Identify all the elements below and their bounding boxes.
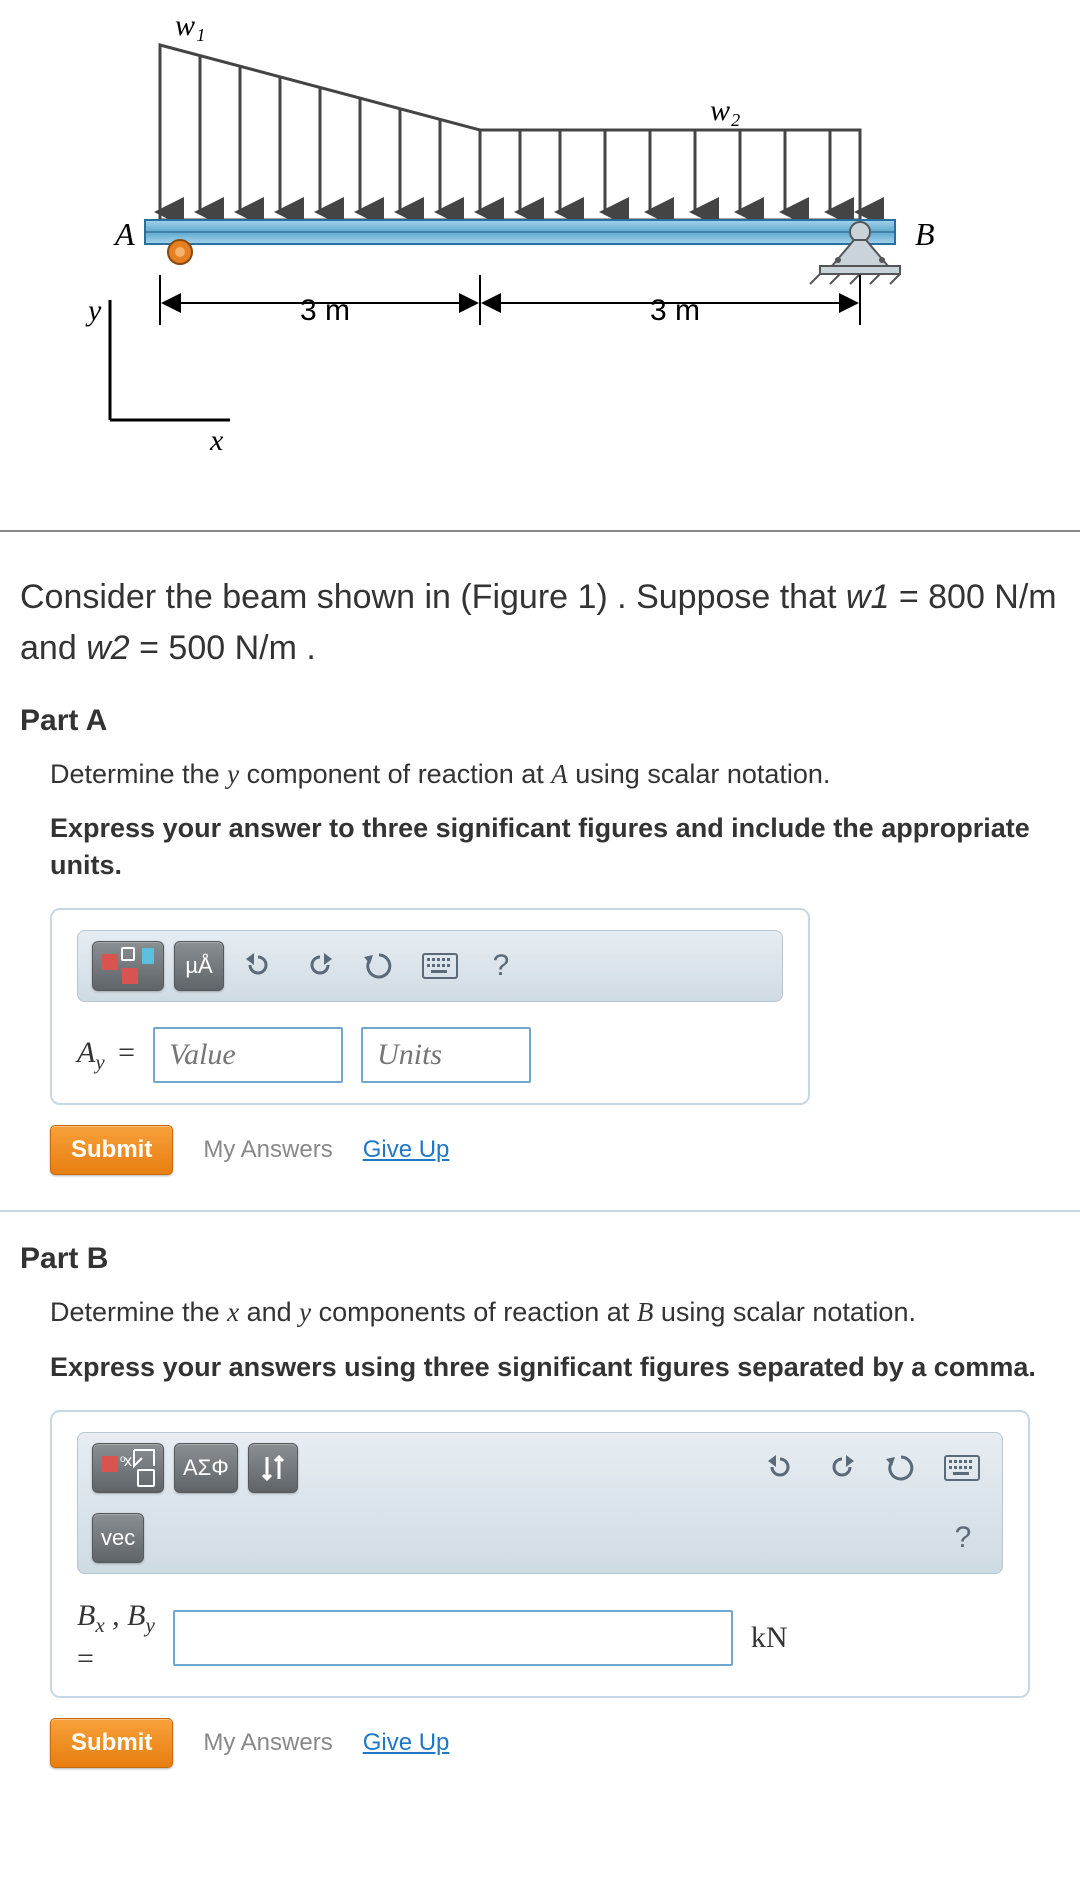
keyboard-icon[interactable] [936,1443,988,1493]
dim-1: 3 m [300,294,350,327]
part-divider [0,1210,1080,1212]
help-icon[interactable]: ? [476,941,526,991]
part-b-hint: Express your answers using three signifi… [50,1349,1060,1385]
part-b-giveup-link[interactable]: Give Up [363,1729,450,1757]
units-icon[interactable]: µÅ [174,941,224,991]
part-a-title: Part A [20,704,1060,738]
problem-statement: Consider the beam shown in (Figure 1) . … [0,562,1080,704]
part-a-answer-row: Ay = [77,1027,783,1083]
label-w2: w₂ [710,94,740,127]
redo-icon[interactable] [294,941,344,991]
part-b-myanswers[interactable]: My Answers [203,1729,332,1757]
part-b-submit-row: Submit My Answers Give Up [50,1718,1060,1768]
part-a-block: Part A Determine the y component of reac… [20,704,1060,1175]
part-a-submit-button[interactable]: Submit [50,1125,173,1175]
axis-x: x [209,424,224,457]
part-a-prompt: Determine the y component of reaction at… [50,756,1060,792]
part-b-submit-button[interactable]: Submit [50,1718,173,1768]
part-b-toolbar: x o ΑΣΦ [77,1432,1003,1574]
reset-icon[interactable] [354,941,404,991]
stmt-text-3: = 500 N/m . [130,629,316,667]
svg-text:o: o [120,1454,126,1465]
label-A: A [113,216,135,252]
stmt-text-1: Consider the beam shown in (Figure 1) . … [20,578,846,616]
figure-area: w₁ w₂ A B 3 m 3 m y x [0,0,1080,500]
reset-icon[interactable] [876,1443,926,1493]
template-icon[interactable] [92,941,164,991]
part-a-lhs: Ay = [77,1036,135,1075]
divider [0,530,1080,532]
part-b-unit: kN [751,1621,788,1655]
part-b-answer-row: Bx , By = kN [77,1599,1003,1676]
dim-2: 3 m [650,294,700,327]
part-a-answer-block: µÅ ? Ay = [50,908,810,1105]
greek-icon[interactable]: ΑΣΦ [174,1443,238,1493]
label-w1: w₁ [175,20,205,42]
part-b-block: Part B Determine the x and y components … [20,1242,1060,1768]
part-b-eq: = [77,1642,94,1676]
undo-icon[interactable] [756,1443,806,1493]
undo-icon[interactable] [234,941,284,991]
label-B: B [915,216,935,252]
part-b-lhs: Bx , By [77,1599,155,1638]
redo-icon[interactable] [816,1443,866,1493]
help-icon[interactable]: ? [938,1513,988,1563]
beam-figure-svg: w₁ w₂ A B 3 m 3 m y x [60,20,960,470]
part-a-units-input[interactable] [361,1027,531,1083]
updown-icon[interactable] [248,1443,298,1493]
part-b-answer-block: x o ΑΣΦ [50,1410,1030,1698]
axis-y: y [85,294,102,327]
part-a-giveup-link[interactable]: Give Up [363,1136,450,1164]
part-b-title: Part B [20,1242,1060,1276]
part-a-value-input[interactable] [153,1027,343,1083]
part-a-toolbar: µÅ ? [77,930,783,1002]
stmt-w2: w2 [86,629,129,667]
part-a-submit-row: Submit My Answers Give Up [50,1125,1060,1175]
part-a-hint: Express your answer to three significant… [50,810,1060,883]
part-a-myanswers[interactable]: My Answers [203,1136,332,1164]
part-b-value-input[interactable] [173,1610,733,1666]
part-b-prompt: Determine the x and y components of reac… [50,1294,1060,1330]
keyboard-icon[interactable] [414,941,466,991]
stmt-w1: w1 [846,578,889,616]
template-icon[interactable]: x o [92,1443,164,1493]
vec-icon[interactable]: vec [92,1513,144,1563]
